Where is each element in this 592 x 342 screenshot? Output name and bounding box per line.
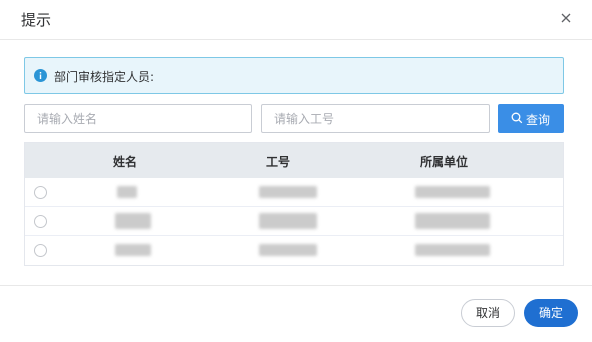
cancel-button[interactable]: 取消 (461, 299, 515, 327)
redacted-name (115, 244, 151, 256)
redacted-employee-no (259, 244, 317, 256)
column-header-employee-no: 工号 (266, 155, 291, 169)
search-button[interactable]: 查询 (498, 104, 564, 133)
redacted-name (117, 186, 137, 198)
search-button-label: 查询 (526, 113, 551, 127)
dialog-title: 提示 (21, 11, 52, 29)
confirm-button[interactable]: 确定 (524, 299, 578, 327)
info-icon (34, 69, 47, 82)
employee-no-search-input[interactable] (261, 104, 490, 133)
staff-table: 姓名 工号 所属单位 (24, 142, 564, 266)
row-radio[interactable] (34, 186, 47, 199)
notice-text: 部门审核指定人员: (54, 70, 155, 84)
row-radio[interactable] (34, 244, 47, 257)
redacted-employee-no (259, 186, 317, 198)
table-header: 姓名 工号 所属单位 (25, 143, 563, 178)
redacted-department (415, 244, 490, 256)
dialog-header: 提示 (0, 0, 592, 40)
table-row[interactable] (25, 178, 563, 207)
notice-banner: 部门审核指定人员: (24, 57, 564, 94)
redacted-department (415, 213, 490, 229)
table-row[interactable] (25, 236, 563, 265)
close-icon[interactable] (558, 10, 574, 26)
column-header-department: 所属单位 (420, 155, 469, 169)
search-icon (511, 112, 523, 124)
name-search-input[interactable] (24, 104, 252, 133)
dialog: 提示 部门审核指定人员: 查询 姓名 工号 所属单位 (0, 0, 592, 342)
redacted-name (115, 213, 151, 229)
footer-divider (0, 285, 592, 286)
row-radio[interactable] (34, 215, 47, 228)
redacted-employee-no (259, 213, 317, 229)
redacted-department (415, 186, 490, 198)
table-row[interactable] (25, 207, 563, 236)
column-header-name: 姓名 (113, 155, 138, 169)
